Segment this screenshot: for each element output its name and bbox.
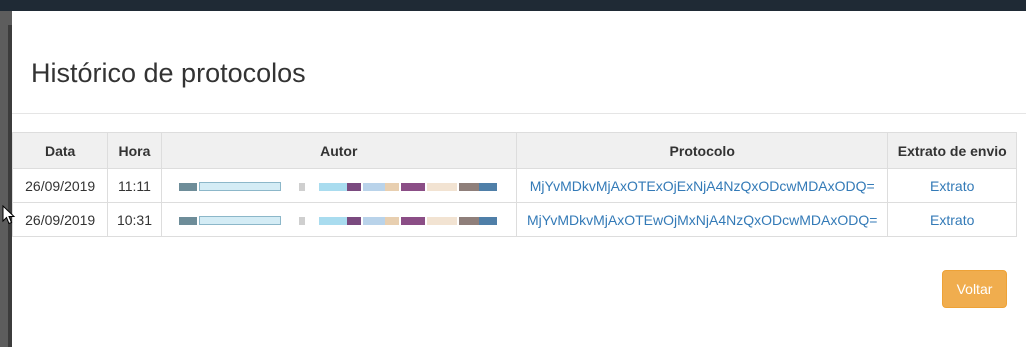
extrato-link[interactable]: Extrato bbox=[930, 212, 974, 228]
protocol-history-table: Data Hora Autor Protocolo Extrato de env… bbox=[11, 132, 1017, 237]
cell-hora: 11:11 bbox=[107, 168, 162, 203]
column-header-protocolo: Protocolo bbox=[515, 132, 889, 169]
redacted-author bbox=[178, 181, 499, 193]
column-header-extrato: Extrato de envio bbox=[887, 132, 1017, 169]
cell-protocolo[interactable]: MjYvMDkvMjAxOTExOjExNjA4NzQxODcwMDAxODQ= bbox=[515, 168, 889, 203]
mouse-cursor-icon bbox=[2, 205, 16, 225]
protocol-link[interactable]: MjYvMDkvMjAxOTEwOjMxNjA4NzQxODcwMDAxODQ= bbox=[527, 212, 877, 228]
column-header-data: Data bbox=[11, 132, 109, 169]
redacted-author bbox=[178, 215, 499, 227]
table-row: 26/09/2019 10:31 MjYvMDkvMjAxOTEwOjMxNjA… bbox=[11, 202, 1017, 237]
extrato-link[interactable]: Extrato bbox=[930, 178, 974, 194]
table-header-row: Data Hora Autor Protocolo Extrato de env… bbox=[11, 132, 1017, 169]
cell-autor bbox=[160, 168, 517, 203]
cell-protocolo[interactable]: MjYvMDkvMjAxOTEwOjMxNjA4NzQxODcwMDAxODQ= bbox=[515, 202, 889, 237]
cell-hora: 10:31 bbox=[107, 202, 162, 237]
table-row: 26/09/2019 11:11 MjYvMDkvMjAxOTExOjExNjA… bbox=[11, 168, 1017, 203]
table-header: Data Hora Autor Protocolo Extrato de env… bbox=[11, 132, 1017, 169]
cell-data: 26/09/2019 bbox=[11, 168, 109, 203]
table-body: 26/09/2019 11:11 MjYvMDkvMjAxOTExOjExNjA… bbox=[11, 168, 1017, 237]
background-overlay-edge bbox=[0, 11, 12, 347]
cell-autor bbox=[160, 202, 517, 237]
column-header-hora: Hora bbox=[107, 132, 162, 169]
protocol-link[interactable]: MjYvMDkvMjAxOTExOjExNjA4NzQxODcwMDAxODQ= bbox=[530, 178, 875, 194]
voltar-button[interactable]: Voltar bbox=[942, 270, 1007, 308]
cell-data: 26/09/2019 bbox=[11, 202, 109, 237]
modal-header: Histórico de protocolos bbox=[12, 11, 1026, 114]
background-overlay-strip bbox=[0, 0, 1026, 11]
column-header-autor: Autor bbox=[160, 132, 517, 169]
cell-extrato[interactable]: Extrato bbox=[887, 202, 1017, 237]
modal-title: Histórico de protocolos bbox=[31, 58, 306, 88]
cell-extrato[interactable]: Extrato bbox=[887, 168, 1017, 203]
